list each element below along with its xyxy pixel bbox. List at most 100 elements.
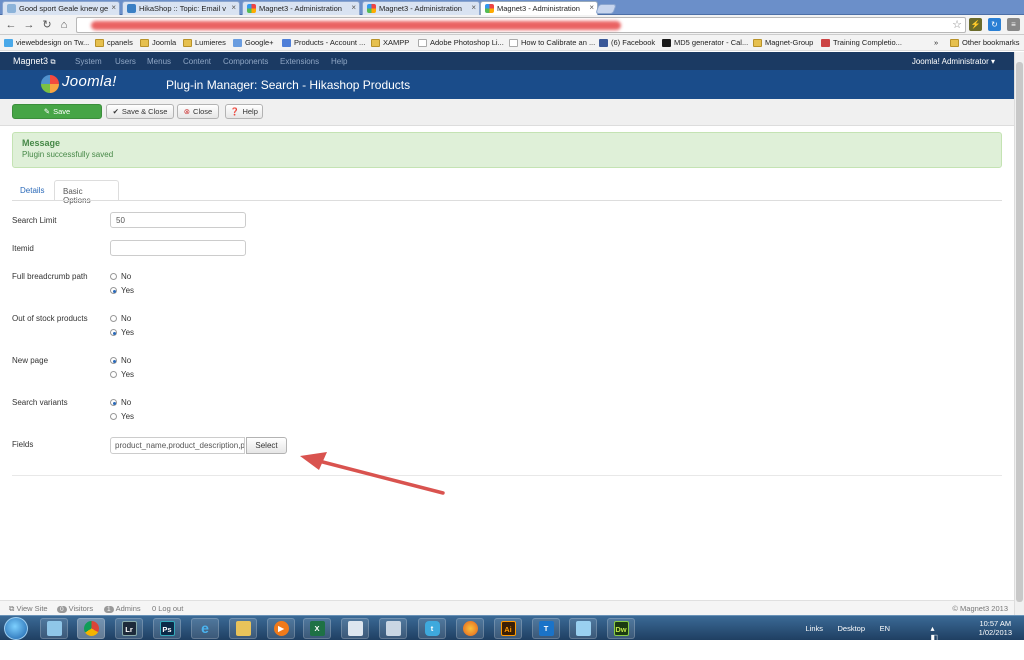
new-page-label: New page — [12, 356, 49, 365]
fields-input[interactable]: product_name,product_description,p — [110, 437, 245, 454]
redacted-url — [91, 21, 621, 30]
notepad-taskbar-icon[interactable] — [341, 618, 369, 639]
tab-close-icon[interactable]: × — [231, 3, 236, 12]
bookmark-item[interactable]: (6) Facebook — [599, 38, 655, 47]
site-name-link[interactable]: Magnet3 ⧉ — [13, 56, 56, 67]
browser-tab-active[interactable]: Magnet3 - Administration × — [480, 1, 598, 15]
menu-wrench-icon[interactable]: ≡ — [1007, 18, 1020, 31]
page-icon — [509, 38, 518, 47]
tab-close-icon[interactable]: × — [111, 3, 116, 12]
logout-link[interactable]: 0 Log out — [152, 604, 183, 613]
itemid-input[interactable] — [110, 240, 246, 256]
browser-tab-label: Good sport Geale knew ge — [19, 4, 109, 13]
browser-tab[interactable]: HikaShop :: Topic: Email v × — [122, 1, 240, 15]
message-text: Plugin successfully saved — [22, 150, 114, 159]
menu-components[interactable]: Components — [223, 57, 268, 66]
firefox-taskbar-icon[interactable] — [456, 618, 484, 639]
tray-icons[interactable]: ▴ ◧ ▮ ◔ — [930, 624, 938, 660]
bookmark-item[interactable]: Joomla — [140, 38, 176, 47]
new-page-no-radio[interactable]: No — [110, 356, 131, 365]
tab-details[interactable]: Details — [12, 180, 52, 201]
other-bookmarks[interactable]: Other bookmarks — [950, 38, 1020, 47]
bookmark-item[interactable]: viewebdesign on Tw... — [4, 38, 89, 47]
forward-arrow-icon[interactable]: → — [22, 18, 36, 32]
browser-tab[interactable]: Magnet3 - Administration × — [242, 1, 360, 15]
bookmark-item[interactable]: How to Calibrate an ... — [509, 38, 595, 47]
vertical-scrollbar[interactable] — [1014, 52, 1024, 615]
media-player-taskbar-icon[interactable]: ▶ — [267, 618, 295, 639]
language-indicator[interactable]: EN — [880, 624, 890, 633]
excel-taskbar-icon[interactable]: X — [303, 618, 331, 639]
illustrator-taskbar-icon[interactable]: Ai — [494, 618, 522, 639]
bookmark-item[interactable]: Lumieres — [183, 38, 226, 47]
full-breadcrumb-yes-radio[interactable]: Yes — [110, 286, 134, 295]
bookmark-item[interactable]: MD5 generator - Cal... — [662, 38, 748, 47]
menu-extensions[interactable]: Extensions — [280, 57, 319, 66]
browser-tab[interactable]: Good sport Geale knew ge × — [2, 1, 120, 15]
new-page-yes-radio[interactable]: Yes — [110, 370, 134, 379]
bookmark-item[interactable]: Magnet-Group — [753, 38, 813, 47]
explorer-taskbar-icon[interactable] — [40, 618, 68, 639]
search-variants-yes-radio[interactable]: Yes — [110, 412, 134, 421]
twitter-taskbar-icon[interactable]: t — [418, 618, 446, 639]
back-arrow-icon[interactable]: ← — [4, 18, 18, 32]
dreamweaver-taskbar-icon[interactable]: Dw — [607, 618, 635, 639]
app-taskbar-icon[interactable] — [569, 618, 597, 639]
start-button[interactable] — [4, 617, 28, 640]
out-of-stock-no-radio[interactable]: No — [110, 314, 131, 323]
save-close-button[interactable]: ✔ Save & Close — [106, 104, 174, 119]
select-fields-button[interactable]: Select — [246, 437, 287, 454]
tab-basic-options[interactable]: Basic Options — [54, 180, 119, 205]
bookmark-item[interactable]: Adobe Photoshop Li... — [418, 38, 504, 47]
telstra-taskbar-icon[interactable]: T — [532, 618, 560, 639]
ie-taskbar-icon[interactable]: e — [191, 618, 219, 639]
menu-system[interactable]: System — [75, 57, 102, 66]
lightroom-taskbar-icon[interactable]: Lr — [115, 618, 143, 639]
bookmark-item[interactable]: Google+ — [233, 38, 274, 47]
help-button[interactable]: ❓ Help — [225, 104, 263, 119]
search-limit-input[interactable]: 50 — [110, 212, 246, 228]
address-bar[interactable]: ☆ — [76, 17, 966, 33]
radio-off-icon — [110, 413, 117, 420]
extension-icon[interactable]: ⚡ — [969, 18, 982, 31]
close-button[interactable]: ⊗ Close — [177, 104, 219, 119]
tab-close-icon[interactable]: × — [589, 3, 594, 12]
photoshop-taskbar-icon[interactable]: Ps — [153, 618, 181, 639]
view-site-link[interactable]: ⧉ View Site — [9, 604, 48, 614]
bookmark-star-icon[interactable]: ☆ — [952, 18, 962, 31]
reload-icon[interactable]: ↻ — [40, 18, 54, 32]
user-menu[interactable]: Joomla! Administrator ▾ — [912, 57, 995, 66]
tab-close-icon[interactable]: × — [471, 3, 476, 12]
bookmark-label: Google+ — [245, 38, 274, 47]
bookmark-label: MD5 generator - Cal... — [674, 38, 749, 47]
folder-icon — [235, 621, 251, 636]
bookmark-item[interactable]: XAMPP — [371, 38, 409, 47]
menu-users[interactable]: Users — [115, 57, 136, 66]
desktop-toolbar[interactable]: Desktop — [837, 624, 865, 633]
browser-tab[interactable]: Magnet3 - Administration × — [362, 1, 480, 15]
extension-icon[interactable]: ↻ — [988, 18, 1001, 31]
menu-content[interactable]: Content — [183, 57, 211, 66]
menu-menus[interactable]: Menus — [147, 57, 171, 66]
menu-help[interactable]: Help — [331, 57, 347, 66]
bookmark-item[interactable]: Training Completio... — [821, 38, 902, 47]
tab-close-icon[interactable]: × — [351, 3, 356, 12]
home-icon[interactable]: ⌂ — [57, 18, 71, 32]
scrollbar-thumb[interactable] — [1016, 62, 1023, 602]
clock[interactable]: 10:57 AM 1/02/2013 — [979, 619, 1012, 637]
bookmarks-overflow-chevron[interactable]: » — [934, 38, 938, 47]
bookmark-item[interactable]: cpanels — [95, 38, 133, 47]
search-variants-no-radio[interactable]: No — [110, 398, 131, 407]
bookmark-item[interactable]: Products - Account ... — [282, 38, 365, 47]
app-taskbar-icon[interactable] — [379, 618, 407, 639]
full-breadcrumb-no-radio[interactable]: No — [110, 272, 131, 281]
new-tab-button[interactable] — [595, 4, 617, 14]
admins-status[interactable]: 1 Admins — [104, 604, 141, 613]
file-explorer-taskbar-icon[interactable] — [229, 618, 257, 639]
full-breadcrumb-label: Full breadcrumb path — [12, 272, 88, 281]
links-toolbar[interactable]: Links — [805, 624, 823, 633]
chrome-taskbar-icon[interactable] — [77, 618, 105, 639]
save-button[interactable]: ✎ Save — [12, 104, 102, 119]
visitors-status[interactable]: 0 Visitors — [57, 604, 93, 613]
out-of-stock-yes-radio[interactable]: Yes — [110, 328, 134, 337]
